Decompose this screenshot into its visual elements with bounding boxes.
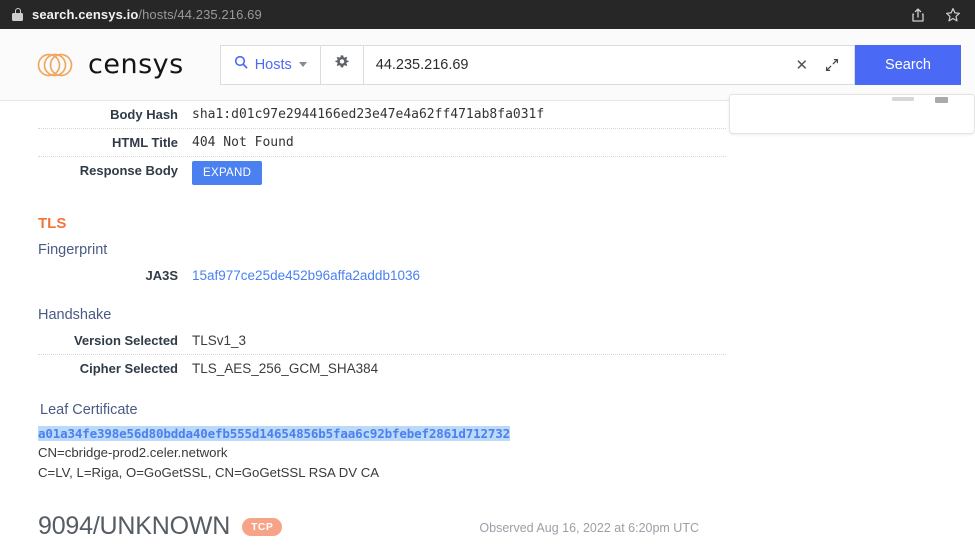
browser-actions <box>910 0 961 29</box>
expand-response-body-button[interactable]: EXPAND <box>192 161 263 185</box>
field-label: Response Body <box>79 163 178 178</box>
expand-arrows-icon[interactable] <box>822 58 842 72</box>
chevron-down-icon <box>298 62 307 67</box>
field-label: HTML Title <box>112 135 178 150</box>
fingerprint-table: JA3S 15af977ce25de452b96affa2addb1036 <box>38 262 726 289</box>
table-row: Cipher Selected TLS_AES_256_GCM_SHA384 <box>38 354 726 382</box>
leaf-certificate-subject: CN=cbridge-prod2.celer.network <box>38 445 228 461</box>
search-scope-label: Hosts <box>254 56 292 73</box>
handshake-table: Version Selected TLSv1_3 Cipher Selected… <box>38 327 726 382</box>
http-fields-table: Body Hash sha1:d01c97e2944166ed23e47e4a6… <box>38 101 726 189</box>
field-label: Version Selected <box>73 333 178 348</box>
search-bar: Hosts ✕ Search <box>219 44 961 85</box>
search-button[interactable]: Search <box>855 44 961 85</box>
table-row: Version Selected TLSv1_3 <box>38 327 726 354</box>
leaf-certificate-title: Leaf Certificate <box>40 402 138 418</box>
clipped-icon-fragment <box>935 97 948 103</box>
lock-icon <box>12 8 23 21</box>
field-value: TLSv1_3 <box>192 333 247 348</box>
handshake-subtitle: Handshake <box>38 307 112 323</box>
table-row: JA3S 15af977ce25de452b96affa2addb1036 <box>38 262 726 289</box>
search-input-wrapper: ✕ <box>362 44 856 85</box>
search-input[interactable] <box>375 56 782 73</box>
star-icon[interactable] <box>945 7 961 23</box>
tls-section-title: TLS <box>38 215 67 232</box>
url-path: /hosts/44.235.216.69 <box>138 7 262 22</box>
browser-address-bar: search.censys.io/hosts/44.235.216.69 <box>0 0 975 29</box>
field-value: 404 Not Found <box>192 135 294 150</box>
share-icon[interactable] <box>910 7 926 23</box>
close-x-icon[interactable]: ✕ <box>791 56 812 74</box>
url-domain: search.censys.io <box>32 7 139 22</box>
table-row: Body Hash sha1:d01c97e2944166ed23e47e4a6… <box>38 101 726 128</box>
port-heading: 9094/UNKNOWN TCP Observed Aug 16, 2022 a… <box>38 512 939 541</box>
censys-logo[interactable]: censys <box>36 49 184 80</box>
field-value: sha1:d01c97e2944166ed23e47e4a62ff471ab8f… <box>192 107 545 122</box>
leaf-certificate-block: Leaf Certificate a01a34fe398e56d80bdda40… <box>38 402 939 482</box>
floating-overlay-card <box>729 94 975 134</box>
address-bar-url[interactable]: search.censys.io/hosts/44.235.216.69 <box>32 7 262 22</box>
table-row: Response Body EXPAND <box>38 156 726 189</box>
field-label: Body Hash <box>110 107 178 122</box>
logo-wordmark: censys <box>88 49 184 80</box>
app-header: censys Hosts ✕ Search <box>0 29 975 101</box>
search-icon <box>234 55 248 74</box>
ja3s-link[interactable]: 15af977ce25de452b96affa2addb1036 <box>178 262 420 289</box>
clipped-text-fragment <box>892 97 914 101</box>
status-badge: TCP <box>242 517 283 536</box>
search-scope-dropdown[interactable]: Hosts <box>219 44 320 85</box>
observed-timestamp: Observed Aug 16, 2022 at 6:20pm UTC <box>479 521 699 536</box>
field-value: TLS_AES_256_GCM_SHA384 <box>192 361 379 376</box>
page-title: 9094/UNKNOWN <box>38 512 231 541</box>
field-label: Cipher Selected <box>79 361 178 376</box>
gear-icon <box>334 54 350 75</box>
search-settings-button[interactable] <box>319 44 363 85</box>
main-content: Body Hash sha1:d01c97e2944166ed23e47e4a6… <box>0 94 975 552</box>
leaf-certificate-fingerprint-link[interactable]: a01a34fe398e56d80bdda40efb555d14654856b5… <box>38 426 510 441</box>
leaf-certificate-issuer: C=LV, L=Riga, O=GoGetSSL, CN=GoGetSSL RS… <box>38 464 380 480</box>
censys-rings-logo <box>36 50 78 80</box>
fingerprint-subtitle: Fingerprint <box>38 242 108 258</box>
table-row: HTML Title 404 Not Found <box>38 128 726 156</box>
field-label: JA3S <box>145 268 178 283</box>
